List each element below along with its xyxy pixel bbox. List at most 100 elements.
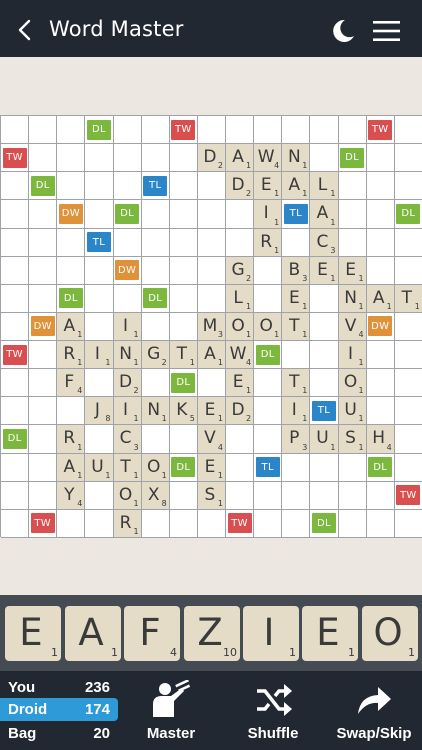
board-cell[interactable]: [310, 481, 339, 510]
board-cell[interactable]: [226, 481, 255, 510]
board-cell[interactable]: [141, 425, 170, 454]
board-cell[interactable]: [1, 116, 30, 145]
board-cell-bonus[interactable]: DW: [29, 312, 58, 341]
board-tile[interactable]: I1: [282, 397, 311, 426]
board-cell[interactable]: [366, 200, 395, 229]
rack-tile[interactable]: A1: [65, 606, 121, 661]
board-cell[interactable]: [113, 284, 142, 313]
board-cell[interactable]: [366, 509, 395, 538]
board-cell-bonus[interactable]: TW: [1, 144, 30, 173]
board-tile[interactable]: I1: [113, 397, 142, 426]
board-cell[interactable]: [29, 397, 58, 426]
board-cell-bonus[interactable]: TW: [394, 481, 422, 510]
board-cell[interactable]: [338, 228, 367, 257]
board-cell[interactable]: [141, 369, 170, 398]
board-tile[interactable]: X8: [141, 481, 170, 510]
board-tile[interactable]: U1: [85, 453, 114, 482]
board-cell[interactable]: [1, 284, 30, 313]
board-tile[interactable]: T1: [394, 284, 422, 313]
board-cell-bonus[interactable]: TW: [29, 509, 58, 538]
board-tile[interactable]: M3: [197, 312, 226, 341]
board-tile[interactable]: I1: [254, 200, 283, 229]
board-tile[interactable]: N1: [141, 397, 170, 426]
board-cell[interactable]: [366, 369, 395, 398]
board-cell-bonus[interactable]: DL: [169, 453, 198, 482]
board-tile[interactable]: C3: [310, 228, 339, 257]
board-cell[interactable]: [29, 256, 58, 285]
board-cell-bonus[interactable]: DL: [169, 369, 198, 398]
board-cell-bonus[interactable]: DL: [1, 425, 30, 454]
board-tile[interactable]: R1: [57, 425, 86, 454]
board-tile[interactable]: N1: [113, 341, 142, 370]
game-board[interactable]: DL TW TW TW D 2 A 1 W 4 N 1 DL DL TL D 2 E 1 A 1 L 1 DW DL I 1 TL A 1…: [0, 115, 422, 538]
board-cell-bonus[interactable]: TL: [85, 228, 114, 257]
board-tile[interactable]: D2: [197, 144, 226, 173]
board-cell-bonus[interactable]: DW: [113, 256, 142, 285]
board-tile[interactable]: D2: [226, 172, 255, 201]
board-cell[interactable]: [394, 172, 422, 201]
board-cell[interactable]: [29, 284, 58, 313]
board-cell[interactable]: [394, 397, 422, 426]
board-tile[interactable]: O1: [113, 481, 142, 510]
board-cell[interactable]: [141, 200, 170, 229]
rack-tile[interactable]: E1: [302, 606, 358, 661]
board-cell[interactable]: [254, 425, 283, 454]
board-cell[interactable]: [57, 256, 86, 285]
board-cell[interactable]: [394, 116, 422, 145]
board-cell[interactable]: [366, 144, 395, 173]
board-cell[interactable]: [394, 228, 422, 257]
board-cell[interactable]: [169, 509, 198, 538]
board-cell[interactable]: [226, 425, 255, 454]
board-cell[interactable]: [113, 172, 142, 201]
board-cell[interactable]: [226, 228, 255, 257]
board-cell-bonus[interactable]: DL: [29, 172, 58, 201]
board-tile[interactable]: E1: [310, 256, 339, 285]
board-cell[interactable]: [29, 369, 58, 398]
board-tile[interactable]: A1: [282, 172, 311, 201]
board-cell[interactable]: [394, 256, 422, 285]
rack-tile[interactable]: Z 10: [184, 606, 240, 661]
board-tile[interactable]: D2: [226, 397, 255, 426]
board-cell[interactable]: [394, 369, 422, 398]
board-cell[interactable]: [85, 144, 114, 173]
board-cell[interactable]: [226, 116, 255, 145]
board-tile[interactable]: N1: [282, 144, 311, 173]
board-cell[interactable]: [197, 200, 226, 229]
board-cell[interactable]: [29, 481, 58, 510]
board-cell[interactable]: [338, 453, 367, 482]
board-tile[interactable]: T1: [282, 369, 311, 398]
board-cell[interactable]: [169, 481, 198, 510]
board-cell[interactable]: [197, 509, 226, 538]
board-cell-bonus[interactable]: DW: [366, 312, 395, 341]
board-cell[interactable]: [197, 172, 226, 201]
board-cell[interactable]: [338, 509, 367, 538]
board-cell[interactable]: [226, 453, 255, 482]
board-cell[interactable]: [169, 172, 198, 201]
rack-tile[interactable]: I1: [243, 606, 299, 661]
board-tile[interactable]: V4: [338, 312, 367, 341]
board-cell[interactable]: [57, 397, 86, 426]
board-cell[interactable]: [366, 341, 395, 370]
board-cell[interactable]: [310, 116, 339, 145]
board-cell-bonus[interactable]: DL: [338, 144, 367, 173]
board-tile[interactable]: A1: [310, 200, 339, 229]
board-cell[interactable]: [338, 481, 367, 510]
board-cell[interactable]: [57, 228, 86, 257]
rack-tile[interactable]: E1: [5, 606, 61, 661]
board-tile[interactable]: D2: [113, 369, 142, 398]
board-tile[interactable]: L1: [226, 284, 255, 313]
board-tile[interactable]: W4: [226, 341, 255, 370]
board-tile[interactable]: Y4: [57, 481, 86, 510]
board-cell-bonus[interactable]: DL: [113, 200, 142, 229]
board-cell[interactable]: [1, 172, 30, 201]
board-tile[interactable]: T1: [113, 453, 142, 482]
board-tile[interactable]: S1: [197, 481, 226, 510]
board-cell[interactable]: [29, 228, 58, 257]
board-cell[interactable]: [394, 453, 422, 482]
board-tile[interactable]: V4: [197, 425, 226, 454]
board-tile[interactable]: O1: [226, 312, 255, 341]
board-cell[interactable]: [169, 312, 198, 341]
board-tile[interactable]: I1: [85, 341, 114, 370]
board-cell[interactable]: [310, 369, 339, 398]
swap-skip-button[interactable]: Swap/Skip: [333, 671, 415, 750]
